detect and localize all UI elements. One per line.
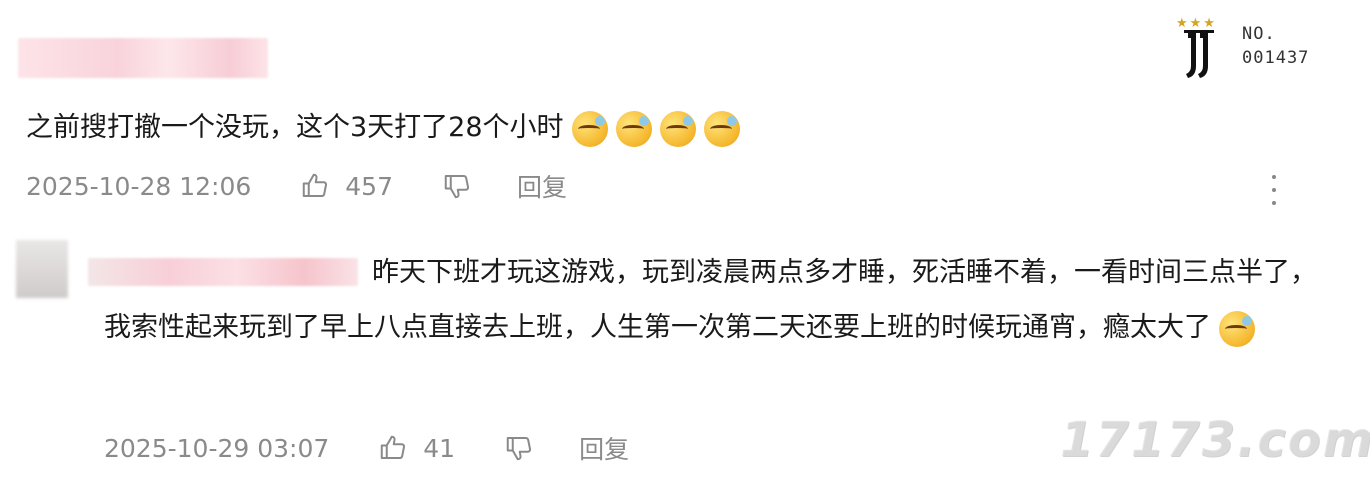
stars-icon: ★★★ (1176, 16, 1217, 31)
more-options-icon[interactable] (1268, 175, 1280, 205)
comment-text: 昨天下班才玩这游戏，玩到凌晨两点多才睡，死活睡不着，一看时间三点半了，我索性起来… (104, 245, 1334, 355)
thumbs-up-icon[interactable] (299, 170, 331, 202)
comment-text: 之前搜打撤一个没玩，这个3天打了28个小时 (26, 100, 740, 155)
comment-time: 2025-10-28 12:06 (26, 171, 252, 201)
comment-meta: 2025-10-29 03:07 41 回复 (104, 430, 629, 466)
reply-button[interactable]: 回复 (517, 168, 567, 204)
juventus-j-icon (1184, 30, 1214, 78)
thumbs-up-icon[interactable] (377, 432, 409, 464)
emoji-icon (571, 110, 608, 147)
comment-body: 之前搜打撤一个没玩，这个3天打了28个小时 (26, 112, 564, 143)
like-count: 41 (423, 433, 456, 463)
comment-time: 2025-10-29 03:07 (104, 433, 330, 463)
reply-button[interactable]: 回复 (579, 430, 629, 466)
thumbs-down-icon[interactable] (503, 432, 535, 464)
emoji-icon (703, 110, 740, 147)
serial-value: 001437 (1242, 48, 1310, 68)
username-blurred[interactable] (18, 38, 268, 78)
brand-logo: ★★★ NO. 001437 (1172, 16, 1342, 86)
comment-meta: 2025-10-28 12:06 457 回复 (26, 168, 567, 204)
thumbs-down-icon[interactable] (441, 170, 473, 202)
emoji-icon (659, 110, 696, 147)
comment-body: 昨天下班才玩这游戏，玩到凌晨两点多才睡，死活睡不着，一看时间三点半了，我索性起来… (104, 257, 1317, 343)
avatar[interactable] (16, 240, 68, 298)
emoji-icon (615, 110, 652, 147)
serial-number: NO. 001437 (1242, 22, 1309, 70)
like-count: 457 (345, 171, 393, 201)
site-watermark: 17173.com (1060, 412, 1370, 468)
serial-label: NO. (1242, 24, 1276, 44)
emoji-icon (1219, 310, 1255, 347)
